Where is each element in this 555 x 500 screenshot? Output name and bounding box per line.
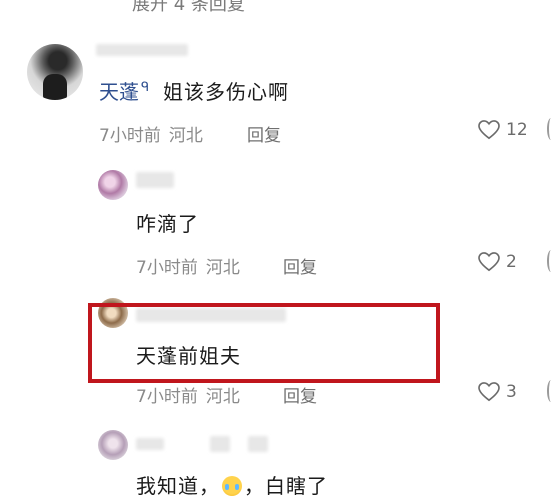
more-menu-partial[interactable] xyxy=(547,380,555,402)
comment-location: 河北 xyxy=(168,126,203,146)
crying-face-icon xyxy=(222,476,242,496)
reply-text-part: ，白瞎了 xyxy=(244,474,328,498)
search-icon: ᑫ xyxy=(141,80,150,96)
avatar[interactable] xyxy=(98,430,128,460)
like-button[interactable]: 3 xyxy=(478,382,517,402)
comment-meta: 7小时前 河北 xyxy=(99,121,203,146)
reply-time: 7小时前 xyxy=(136,258,198,278)
like-count: 12 xyxy=(506,120,528,140)
reply-location: 河北 xyxy=(205,387,240,407)
comment-username[interactable]: 天蓬 ᑫ xyxy=(99,76,149,105)
like-button[interactable]: 2 xyxy=(478,252,517,272)
reply-text: 我知道， ，白瞎了 xyxy=(136,470,328,499)
like-button[interactable]: 12 xyxy=(478,120,528,140)
reply-text-part: 我知道， xyxy=(136,474,220,498)
reply-time: 7小时前 xyxy=(136,387,198,407)
reply-location: 河北 xyxy=(205,258,240,278)
highlight-box xyxy=(88,303,440,383)
username-blurred xyxy=(136,438,164,450)
heart-icon xyxy=(478,252,500,272)
like-count: 3 xyxy=(506,382,517,402)
heart-icon xyxy=(478,382,500,402)
reply-meta: 7小时前 河北 xyxy=(136,382,240,407)
username-blurred xyxy=(136,172,174,188)
reply-button[interactable]: 回复 xyxy=(247,121,281,146)
comment-text: 姐该多伤心啊 xyxy=(163,80,289,104)
username-blurred xyxy=(248,436,268,452)
reply-meta: 7小时前 河北 xyxy=(136,253,240,278)
username-blurred xyxy=(96,44,188,56)
avatar[interactable] xyxy=(27,44,83,100)
comment-time: 7小时前 xyxy=(99,126,161,146)
more-menu-partial[interactable] xyxy=(547,118,555,140)
reply-button[interactable]: 回复 xyxy=(283,382,317,407)
avatar[interactable] xyxy=(98,170,128,200)
reply-button[interactable]: 回复 xyxy=(283,253,317,278)
heart-icon xyxy=(478,120,500,140)
like-count: 2 xyxy=(506,252,517,272)
reply-text: 咋滴了 xyxy=(136,212,199,236)
more-menu-partial[interactable] xyxy=(547,250,555,272)
username-text[interactable]: 天蓬 xyxy=(99,80,139,104)
username-blurred xyxy=(210,436,230,452)
expand-replies-partial[interactable]: 展开 4 条回复 xyxy=(132,0,245,16)
